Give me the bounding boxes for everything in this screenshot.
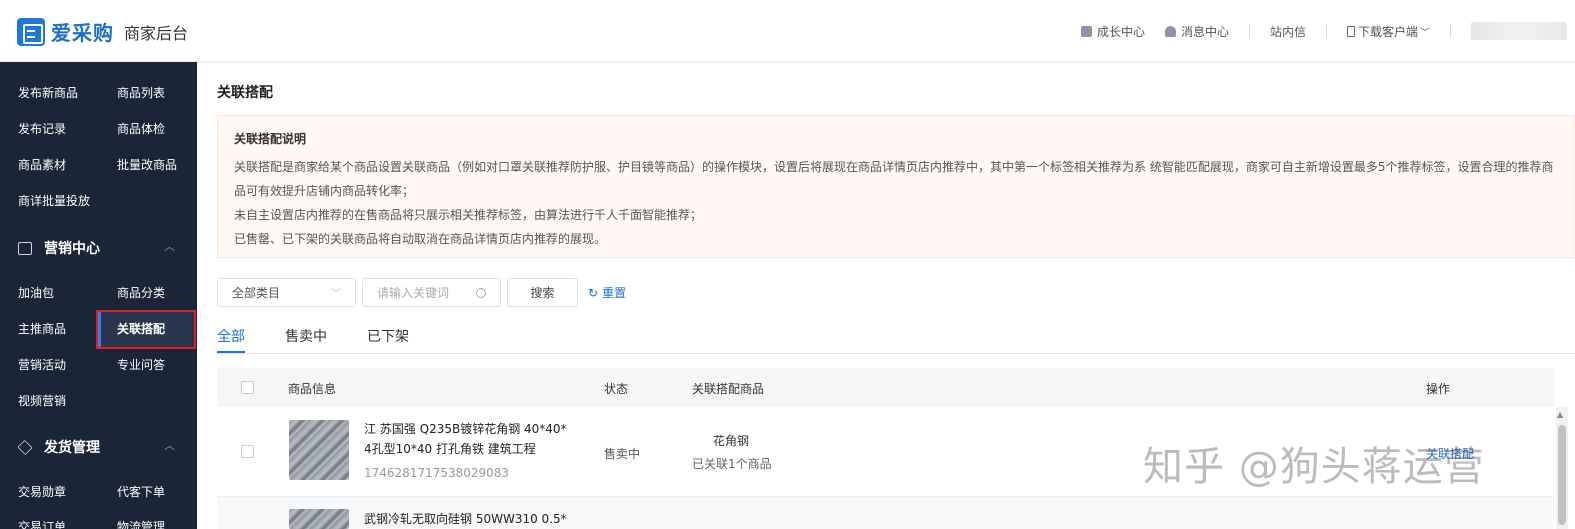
keyword-input[interactable]: 请输入关键词	[362, 278, 501, 307]
category-select[interactable]: 全部类目 ﹀	[217, 278, 356, 307]
top-nav: 成长中心 消息中心 站内信 下载客户端 ﹀	[1080, 22, 1575, 40]
sidebar-item-marketing-activity[interactable]: 营销活动	[18, 356, 66, 373]
nav-divider	[1248, 24, 1250, 38]
notice-box: 关联搭配说明 关联搭配是商家给某个商品设置关联商品（例如对口罩关联推荐防护服、护…	[217, 115, 1575, 258]
logo-text: 爱采购	[51, 21, 114, 45]
nav-divider	[1450, 24, 1451, 38]
sidebar: 发布新商品 商品列表 发布记录 商品体检 商品素材 批量改商品 商详批量投放 营…	[0, 62, 197, 529]
sidebar-item-batch-edit[interactable]: 批量改商品	[117, 156, 177, 173]
sidebar-section-marketing[interactable]: 营销中心	[18, 238, 100, 258]
select-all-checkbox[interactable]	[241, 381, 254, 394]
nav-download-client[interactable]: 下载客户端 ﹀	[1346, 23, 1430, 40]
sidebar-item-trade-orders[interactable]: 交易订单	[18, 518, 66, 529]
notice-line: 品可有效提升店铺内商品转化率；	[234, 184, 415, 198]
nav-divider	[1325, 24, 1327, 38]
active-indicator	[98, 312, 101, 347]
chevron-down-icon: ﹀	[1420, 27, 1430, 39]
sidebar-item-goods-list[interactable]: 商品列表	[117, 84, 165, 101]
related-goods-count: 已关联1个商品	[692, 457, 772, 471]
keyword-placeholder: 请输入关键词	[377, 286, 450, 300]
sidebar-item-video-marketing[interactable]: 视频营销	[18, 392, 66, 409]
related-goods-name: 花角钢	[713, 434, 750, 448]
sidebar-item-boost-pack[interactable]: 加油包	[18, 284, 54, 301]
nav-growth-label: 成长中心	[1096, 24, 1145, 39]
tab-off-shelf[interactable]: 已下架	[367, 326, 409, 346]
chevron-up-icon[interactable]: ︿	[164, 238, 175, 254]
column-header-related: 关联搭配商品	[692, 382, 765, 396]
sidebar-item-batch-delivery[interactable]: 商详批量投放	[18, 192, 90, 209]
book-icon	[1080, 25, 1092, 37]
section-marketing-label: 营销中心	[44, 241, 100, 257]
section-shipping-label: 发货管理	[44, 440, 100, 456]
status-tabs: 全部 售卖中 已下架	[217, 318, 1575, 354]
product-id: 1746281717538029083	[364, 466, 510, 480]
nav-download-label: 下载客户端	[1357, 24, 1418, 39]
product-name-line: 江 苏国强 Q235B镀锌花角钢 40*40*	[364, 422, 567, 436]
sidebar-item-publish-records[interactable]: 发布记录	[18, 120, 66, 137]
notice-line: 关联搭配是商家给某个商品设置关联商品（例如对口罩关联推荐防护服、护目镜等商品）的…	[234, 160, 1554, 174]
sidebar-section-shipping[interactable]: 发货管理	[17, 437, 100, 457]
product-thumbnail[interactable]	[289, 509, 349, 529]
chart-icon	[18, 241, 32, 255]
chevron-up-icon[interactable]: ︿	[164, 437, 175, 453]
product-name[interactable]: 江 苏国强 Q235B镀锌花角钢 40*40* 4孔型10*40 打孔角铁 建筑…	[364, 419, 567, 459]
active-tab-underline	[217, 351, 245, 353]
nav-growth-center[interactable]: 成长中心	[1080, 23, 1145, 40]
sidebar-item-goods-checkup[interactable]: 商品体检	[117, 120, 165, 137]
notice-title: 关联搭配说明	[234, 132, 307, 146]
column-header-ops: 操作	[1426, 382, 1451, 396]
logo-subtitle: 商家后台	[124, 23, 189, 43]
sidebar-item-publish-goods[interactable]: 发布新商品	[18, 84, 78, 101]
sidebar-item-goods-material[interactable]: 商品素材	[18, 156, 66, 173]
box-icon	[17, 439, 33, 455]
tab-all[interactable]: 全部	[217, 326, 245, 346]
notice-line: 已售罄、已下架的关联商品将自动取消在商品详情页店内推荐的展现。	[234, 232, 607, 246]
product-name-line: 4孔型10*40 打孔角铁 建筑工程	[364, 442, 536, 456]
notice-line: 未自主设置店内推荐的在售商品将只展示相关推荐标签，由算法进行千人千面智能推荐；	[234, 208, 703, 222]
logo-icon	[17, 17, 45, 46]
sidebar-item-goods-category[interactable]: 商品分类	[117, 284, 165, 301]
sidebar-item-proxy-order[interactable]: 代客下单	[117, 483, 165, 500]
top-header: 爱采购 商家后台 成长中心 消息中心 站内信 下载客户端 ﹀	[0, 0, 1575, 62]
nav-message-center[interactable]: 消息中心	[1164, 23, 1229, 40]
product-thumbnail[interactable]	[289, 420, 349, 480]
nav-messages-label: 消息中心	[1180, 24, 1229, 39]
refresh-icon: ↻	[588, 285, 599, 300]
watermark: 知乎 @狗头蒋运营	[1143, 444, 1485, 490]
sidebar-item-featured-goods[interactable]: 主推商品	[18, 320, 66, 337]
user-account[interactable]	[1471, 22, 1567, 40]
tab-on-sale[interactable]: 售卖中	[285, 326, 327, 346]
search-button[interactable]: 搜索	[507, 278, 578, 307]
nav-inbox[interactable]: 站内信	[1270, 23, 1306, 40]
scroll-up-arrow[interactable]: ▲	[1557, 410, 1563, 419]
product-status: 售卖中	[604, 447, 641, 461]
page-title: 关联搭配	[217, 85, 273, 101]
column-header-status: 状态	[604, 382, 629, 396]
logo[interactable]: 爱采购 商家后台	[17, 17, 188, 46]
row-checkbox[interactable]	[241, 445, 254, 458]
product-name[interactable]: 武钢冷轧无取向硅钢 50WW310 0.5*	[364, 509, 567, 529]
sidebar-item-trade-medal[interactable]: 交易勋章	[18, 483, 66, 500]
reset-label: 重置	[602, 286, 627, 300]
sidebar-item-logistics[interactable]: 物流管理	[117, 518, 165, 529]
sidebar-item-pro-qa[interactable]: 专业问答	[117, 356, 165, 373]
category-select-value: 全部类目	[232, 286, 281, 300]
column-header-info: 商品信息	[288, 382, 337, 396]
phone-icon	[1346, 25, 1355, 37]
chevron-down-icon: ﹀	[331, 289, 341, 300]
reset-button[interactable]: ↻ 重置	[588, 284, 626, 301]
table-header: 商品信息 状态 关联搭配商品 操作	[217, 368, 1554, 407]
nav-inbox-label: 站内信	[1269, 24, 1306, 39]
scrollbar-thumb[interactable]	[1558, 425, 1566, 525]
filter-bar: 全部类目 ﹀ 请输入关键词 搜索 ↻ 重置	[217, 278, 626, 307]
search-icon	[476, 287, 486, 298]
sidebar-item-related-match[interactable]: 关联搭配	[117, 320, 165, 337]
bell-icon	[1164, 25, 1176, 37]
product-name-line: 武钢冷轧无取向硅钢 50WW310 0.5*	[364, 512, 567, 526]
table-row: 武钢冷轧无取向硅钢 50WW310 0.5*	[217, 497, 1554, 529]
